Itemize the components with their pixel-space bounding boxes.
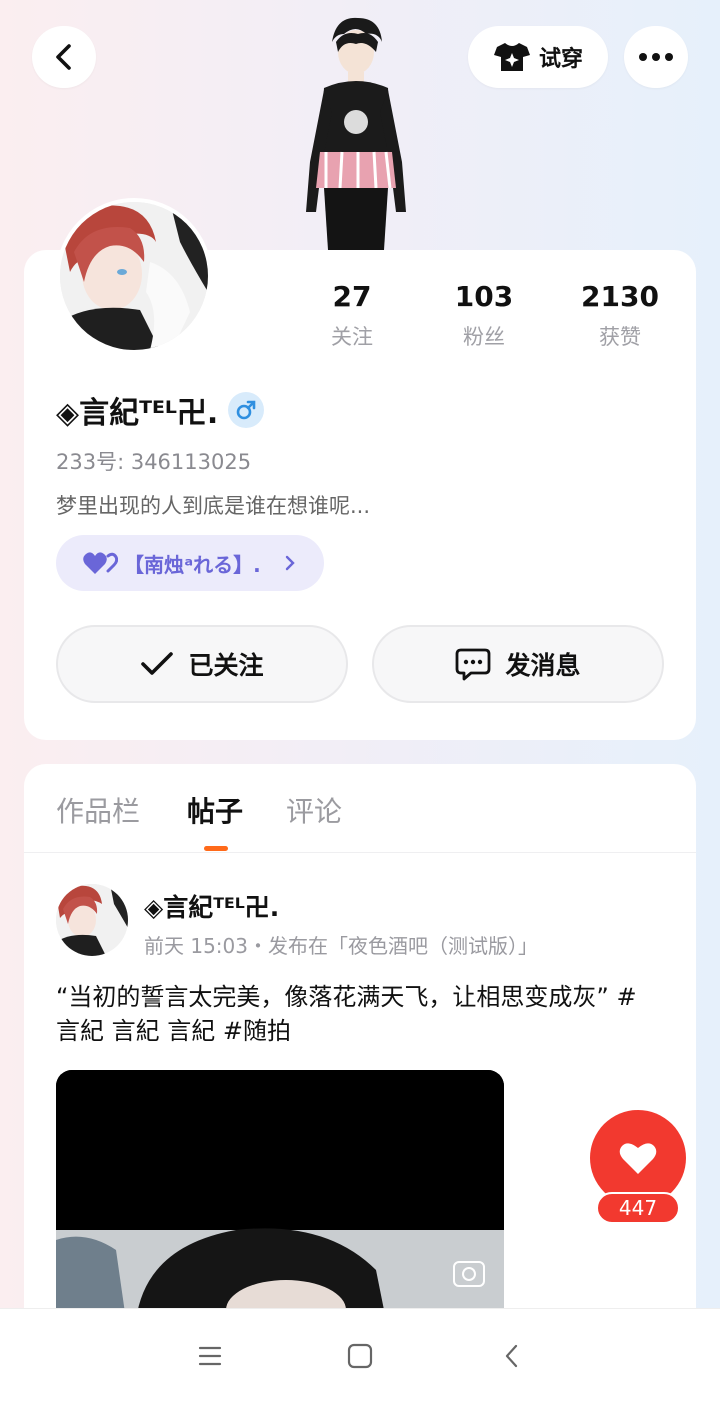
follow-button[interactable]: 已关注 bbox=[56, 625, 348, 703]
profile-avatar[interactable] bbox=[56, 198, 212, 354]
heart-pair-icon bbox=[83, 552, 118, 574]
post-media[interactable] bbox=[56, 1070, 504, 1320]
tab-posts[interactable]: 帖子 bbox=[187, 790, 243, 830]
stat-label: 关注 bbox=[331, 325, 373, 349]
back-button[interactable] bbox=[32, 26, 96, 88]
relationship-tag-text: 【南烛ᵃれる】. bbox=[124, 552, 261, 577]
tab-indicator bbox=[204, 846, 228, 851]
menu-icon[interactable] bbox=[194, 1340, 226, 1372]
stat-following[interactable]: 27 关注 bbox=[287, 280, 417, 351]
profile-bio: 梦里出现的人到底是谁在想谁呢... bbox=[56, 494, 371, 518]
try-on-label: 试穿 bbox=[538, 47, 583, 72]
more-button[interactable] bbox=[624, 26, 688, 88]
back-nav-icon[interactable] bbox=[496, 1340, 528, 1372]
message-button[interactable]: 发消息 bbox=[372, 625, 664, 703]
tab-comments[interactable]: 评论 bbox=[286, 790, 342, 830]
home-icon[interactable] bbox=[344, 1340, 376, 1372]
stat-value: 103 bbox=[454, 280, 514, 313]
stat-likes[interactable]: 2130 获赞 bbox=[555, 280, 685, 351]
post-author-name[interactable]: ◈言紀ᵀᴱᴸ卍. bbox=[144, 888, 279, 924]
stat-followers[interactable]: 103 粉丝 bbox=[419, 280, 549, 351]
relationship-tag[interactable]: 【南烛ᵃれる】. bbox=[56, 535, 324, 591]
avatar-3d-figure bbox=[296, 12, 416, 250]
more-dots-icon bbox=[639, 53, 673, 61]
chevron-right-icon bbox=[285, 555, 295, 571]
male-icon bbox=[228, 392, 265, 428]
chat-bubble-icon bbox=[456, 648, 491, 681]
post-author-avatar[interactable] bbox=[56, 884, 128, 956]
profile-stats: 27 关注 103 粉丝 2130 获赞 bbox=[290, 280, 690, 360]
message-label: 发消息 bbox=[505, 651, 581, 680]
profile-name-text: ◈言紀ᵀᴱᴸ卍. bbox=[56, 396, 219, 431]
check-icon bbox=[141, 652, 174, 675]
profile-name: ◈言紀ᵀᴱᴸ卍. bbox=[56, 388, 265, 432]
stat-value: 2130 bbox=[581, 280, 659, 313]
profile-id: 233号: 346113025 bbox=[56, 450, 252, 474]
try-on-button[interactable]: 试穿 bbox=[468, 26, 608, 88]
stat-value: 27 bbox=[332, 280, 372, 313]
heart-icon bbox=[619, 1143, 657, 1174]
chevron-left-icon bbox=[56, 44, 71, 70]
post-text: “当初的誓言太完美，像落花满天飞，让相思变成灰” #言紀 言紀 言紀 #随拍 bbox=[56, 983, 637, 1045]
tab-works[interactable]: 作品栏 bbox=[56, 790, 140, 830]
stat-label: 获赞 bbox=[599, 325, 641, 349]
stat-label: 粉丝 bbox=[463, 325, 505, 349]
follow-label: 已关注 bbox=[188, 651, 264, 680]
post-meta: 前天 15:03・发布在「夜色酒吧（测试版）」 bbox=[144, 934, 538, 958]
tab-divider bbox=[24, 852, 696, 853]
like-count: 447 bbox=[596, 1192, 680, 1224]
tshirt-sparkle-icon bbox=[493, 43, 530, 71]
